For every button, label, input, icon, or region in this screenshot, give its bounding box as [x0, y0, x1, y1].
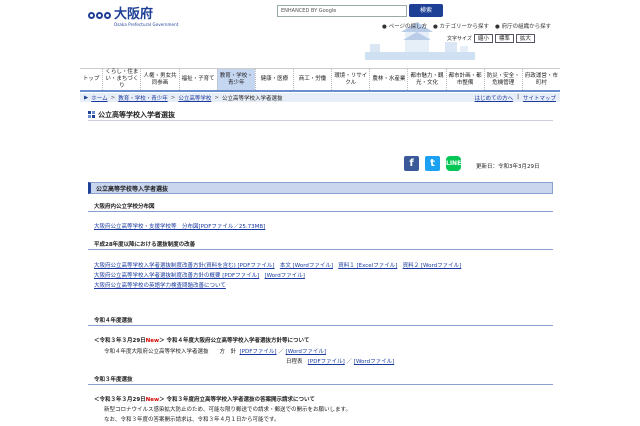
breadcrumb-current: 公立高等学校入学者選抜: [221, 95, 283, 102]
nav-item[interactable]: 農林・水産業: [369, 69, 407, 90]
page-title-text: 公立高等学校入学者選抜: [98, 110, 175, 119]
home-arrow-icon: ▶: [84, 94, 89, 101]
breadcrumb: ▶ ホーム > 教育・学校・青少年 > 公立高等学校 > 公立高等学校入学者選抜…: [80, 93, 560, 102]
slash: ／: [278, 349, 284, 355]
reform-body-word-link[interactable]: 本文 [Wordファイル]: [280, 263, 333, 269]
nav-item[interactable]: 福祉・子育て: [178, 69, 217, 90]
r3-line-1: 新型コロナウイルス感染拡大防止のため、可能な限り郵送での請求・郵送での開示をお願…: [104, 407, 351, 413]
reform-line-1: 大阪府公立高等学校入学者選抜制度改善方針(資料を含む) [PDFファイル] 本文…: [94, 261, 461, 269]
logo-subtitle: Osaka Prefectural Government: [114, 22, 179, 27]
nav-item[interactable]: くらし・住まい・まちづくり: [102, 69, 140, 90]
breadcrumb-education[interactable]: 教育・学校・青少年: [118, 94, 168, 102]
page-title: 公立高等学校入学者選抜: [88, 109, 553, 121]
text-size-standard-button[interactable]: 標準: [494, 34, 514, 43]
new-badge: New: [145, 397, 160, 403]
nav-item[interactable]: 教育・学校・青少年: [216, 69, 255, 90]
toplink-category[interactable]: ● カテゴリーから探す: [433, 22, 489, 30]
r4-notice: ＜令和３年３月29日New＞ 令和４年度大阪府公立高等学校入学者選抜方針等につい…: [94, 336, 309, 344]
nav-item[interactable]: 環境・リサイクル: [331, 69, 369, 90]
r4-notice-date: ＜令和３年３月29日: [94, 338, 146, 344]
header-links: ● ページの探し方 ● カテゴリーから探す ● 府庁の組織から探す: [382, 22, 551, 30]
section-r3-heading: 令和３年度選抜: [88, 374, 553, 385]
breadcrumb-public-high[interactable]: 公立高等学校: [178, 94, 211, 102]
r4-schedule-word-link[interactable]: [Wordファイル]: [354, 359, 394, 365]
nav-item[interactable]: 健康・医療: [254, 69, 293, 90]
osaka-logo[interactable]: 大阪府 Osaka Prefectural Government: [88, 8, 178, 38]
search-button[interactable]: 検索: [409, 4, 443, 17]
bullet-icon: ●: [432, 24, 438, 30]
search-input[interactable]: ENHANCED BY Google: [277, 5, 407, 17]
nav-item[interactable]: トップ: [80, 69, 102, 90]
global-nav: トップ くらし・住まい・まちづくり 人権・男女共同参画 福祉・子育て 教育・学校・青少年…: [80, 68, 560, 92]
r4-schedule-line: 日程表 [PDFファイル] ／ [Wordファイル]: [286, 357, 394, 365]
link-first-time[interactable]: はじめての方へ: [475, 94, 514, 102]
r4-policy-word-link[interactable]: [Wordファイル]: [286, 349, 326, 355]
r4-notice-text: ＞ 令和４年度大阪府公立高等学校入学者選抜方針等について: [159, 338, 310, 344]
nav-item[interactable]: 都市魅力・観光・文化: [407, 69, 445, 90]
link-sitemap[interactable]: サイトマップ: [523, 94, 556, 102]
r3-notice: ＜令和３年３月29日New＞ 令和３年度府立高等学校入学者選抜の答案開示請求につ…: [94, 395, 315, 403]
r3-notice-date: ＜令和３年３月29日: [94, 397, 146, 403]
text-size-small-button[interactable]: 縮小: [473, 34, 493, 43]
social-share: f t LINE: [404, 156, 461, 171]
twitter-icon[interactable]: t: [425, 156, 440, 171]
section-main-heading: 公立高等学校等入学者選抜: [88, 182, 553, 194]
toplink-organization[interactable]: ● 府庁の組織から探す: [495, 22, 551, 30]
reform-summary-word-link[interactable]: [Wordファイル]: [265, 273, 305, 279]
breadcrumb-separator-icon: >: [214, 94, 219, 101]
bullet-icon: ●: [382, 24, 387, 30]
line-icon[interactable]: LINE: [446, 156, 461, 171]
r4-policy-label: 令和４年度大阪府公立高等学校入学者選抜 方 針: [104, 349, 237, 355]
section-distribution-heading: 大阪府内公立学校分布図: [88, 201, 553, 212]
toplink-howto[interactable]: ● ページの探し方: [382, 22, 427, 30]
breadcrumb-separator-icon: >: [170, 94, 176, 101]
reform-doc1-excel-link[interactable]: 資料１ [Excelファイル]: [338, 263, 397, 269]
r4-schedule-pdf-link[interactable]: [PDFファイル]: [308, 359, 345, 365]
title-squares-icon: [88, 111, 95, 118]
nav-item[interactable]: 商工・労働: [292, 69, 331, 90]
nav-item[interactable]: 防災・安全・危機管理: [483, 69, 522, 90]
r4-policy-line: 令和４年度大阪府公立高等学校入学者選抜 方 針 [PDFファイル] ／ [Wor…: [104, 347, 326, 355]
r4-policy-pdf-link[interactable]: [PDFファイル]: [240, 349, 277, 355]
reform-policy-pdf-link[interactable]: 大阪府公立高等学校入学者選抜制度改善方針(資料を含む) [PDFファイル]: [94, 263, 275, 269]
r4-schedule-label: 日程表: [286, 359, 303, 365]
facebook-icon[interactable]: f: [404, 156, 419, 171]
r3-notice-text: ＞ 令和３年度府立高等学校入学者選抜の答案開示請求について: [159, 397, 315, 403]
search-placeholder: ENHANCED BY Google: [281, 8, 337, 14]
logo-mark-icon: [88, 12, 111, 19]
section-reform-heading: 平成28年度以降における選抜制度の改善: [88, 239, 553, 250]
r3-line-2: なお、令和３年度の答案開示請求は、令和３年４月１日から可能です。: [104, 417, 280, 423]
text-size-control: 文字サイズ 縮小 標準 拡大: [447, 34, 535, 43]
nav-item[interactable]: 府政運営・市町村: [521, 69, 560, 90]
section-r4-heading: 令和４年度選抜: [88, 315, 553, 326]
breadcrumb-home[interactable]: ホーム: [91, 94, 107, 102]
reform-doc2-word-link[interactable]: 資料２ [Wordファイル]: [403, 263, 462, 269]
distribution-map-link[interactable]: 大阪府公立高等学校・支援学校等 分布図[PDFファイル／25.73MB]: [94, 222, 265, 230]
reform-summary-pdf-link[interactable]: 大阪府公立高等学校入学者選抜制度改善方針の概要 [PDFファイル]: [94, 273, 259, 279]
bullet-icon: ●: [495, 24, 500, 30]
logo-title: 大阪府: [114, 7, 154, 22]
text-size-label: 文字サイズ: [447, 36, 472, 42]
separator: |: [517, 94, 519, 100]
updated-date: 更新日：令和3年3月29日: [476, 164, 540, 170]
text-size-large-button[interactable]: 拡大: [515, 34, 535, 43]
nav-item[interactable]: 都市計画・都市整備: [445, 69, 484, 90]
breadcrumb-separator-icon: >: [110, 94, 116, 101]
nav-item[interactable]: 人権・男女共同参画: [140, 69, 178, 90]
new-badge: New: [145, 338, 160, 344]
slash: ／: [346, 359, 353, 365]
reform-line-2: 大阪府公立高等学校入学者選抜制度改善方針の概要 [PDFファイル] [Wordフ…: [94, 271, 305, 279]
english-test-link[interactable]: 大阪府公立高等学校の英語学力検査問題改善について: [94, 281, 226, 289]
